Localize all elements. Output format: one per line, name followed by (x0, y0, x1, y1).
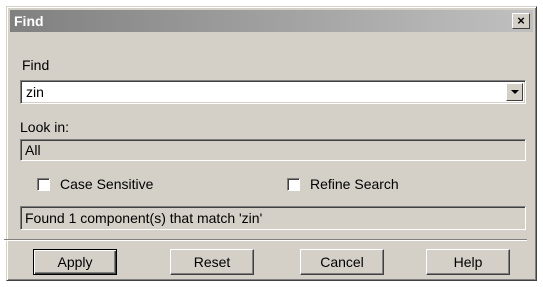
refine-search-checkbox[interactable] (287, 178, 300, 191)
apply-button[interactable]: Apply (33, 249, 117, 275)
close-icon: × (517, 13, 525, 28)
divider (4, 239, 527, 241)
status-field: Found 1 component(s) that match 'zin' (20, 206, 526, 230)
reset-button[interactable]: Reset (170, 249, 254, 275)
status-text: Found 1 component(s) that match 'zin' (25, 210, 263, 226)
chevron-down-icon[interactable] (506, 83, 523, 101)
find-label: Find (22, 57, 50, 73)
case-sensitive-label[interactable]: Case Sensitive (60, 176, 153, 192)
cancel-button[interactable]: Cancel (300, 249, 384, 275)
look-in-value: All (25, 142, 41, 158)
dialog-title: Find (14, 13, 44, 29)
close-button[interactable]: × (512, 13, 530, 29)
case-sensitive-checkbox[interactable] (37, 178, 50, 191)
find-input-value[interactable]: zin (26, 84, 44, 100)
look-in-label: Look in: (20, 119, 70, 135)
help-button[interactable]: Help (426, 249, 510, 275)
look-in-field: All (20, 139, 526, 161)
find-combobox[interactable]: zin (20, 80, 526, 104)
refine-search-label[interactable]: Refine Search (310, 176, 399, 192)
title-bar[interactable]: Find × (10, 10, 533, 32)
